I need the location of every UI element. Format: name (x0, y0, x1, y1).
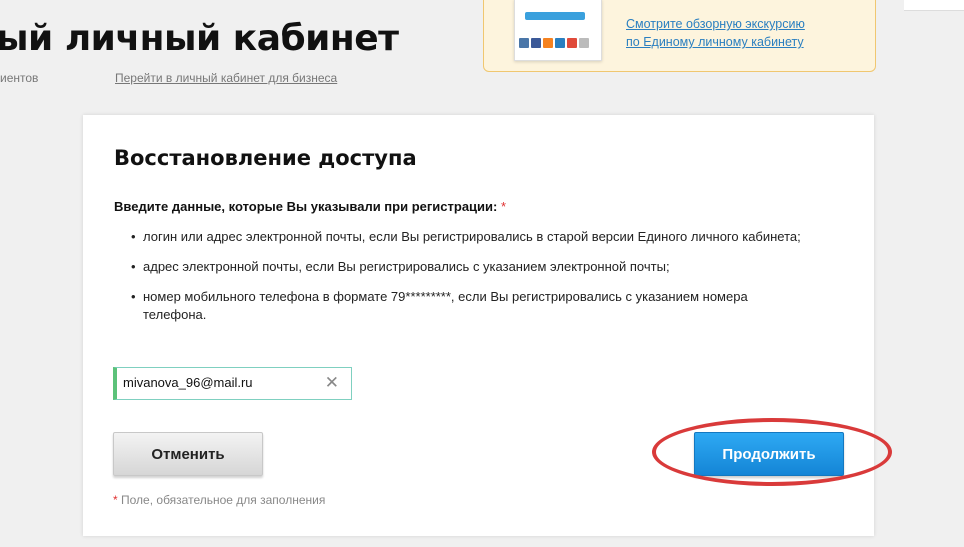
page-title: ый личный кабинет (0, 18, 399, 59)
continue-button[interactable]: Продолжить (694, 432, 844, 476)
required-note-text: Поле, обязательное для заполнения (121, 493, 326, 507)
list-item: • номер мобильного телефона в формате 79*… (114, 288, 814, 324)
cancel-button[interactable]: Отменить (113, 432, 263, 476)
list-item-text: номер мобильного телефона в формате 79**… (143, 289, 748, 322)
required-field-note: * Поле, обязательное для заполнения (113, 493, 325, 507)
business-cabinet-link[interactable]: Перейти в личный кабинет для бизнеса (115, 71, 337, 85)
instruction-text: Введите данные, которые Вы указывали при… (114, 199, 498, 214)
tour-banner: Смотрите обзорную экскурсию по Единому л… (483, 0, 876, 72)
clear-icon[interactable]: ✕ (325, 374, 339, 392)
login-input[interactable] (123, 375, 318, 390)
tour-link-line2: по Единому личному кабинету (626, 35, 804, 49)
list-item-text: логин или адрес электронной почты, если … (143, 229, 801, 244)
thumbnail-social-icons (519, 38, 589, 48)
thumbnail-button-shape (525, 12, 585, 20)
restore-access-card: Восстановление доступа Введите данные, к… (83, 115, 874, 536)
list-item-text: адрес электронной почты, если Вы регистр… (143, 259, 670, 274)
form-instruction: Введите данные, которые Вы указывали при… (114, 199, 506, 214)
login-field: ✕ (113, 367, 352, 400)
bullet-icon: • (131, 259, 136, 274)
tour-link-line1: Смотрите обзорную экскурсию (626, 17, 805, 31)
bullet-icon: • (131, 289, 136, 304)
bullet-icon: • (131, 229, 136, 244)
list-item: • адрес электронной почты, если Вы регист… (114, 258, 814, 276)
form-title: Восстановление доступа (114, 146, 417, 170)
top-right-edge (904, 0, 964, 11)
list-item: • логин или адрес электронной почты, если… (114, 228, 814, 246)
required-note-asterisk: * (113, 493, 118, 507)
tour-thumbnail-image[interactable] (514, 0, 602, 61)
tour-link[interactable]: Смотрите обзорную экскурсию по Единому л… (626, 15, 866, 51)
required-asterisk: * (500, 199, 507, 214)
header-subtitle: иентов (0, 71, 39, 85)
instruction-list: • логин или адрес электронной почты, если… (114, 228, 814, 336)
